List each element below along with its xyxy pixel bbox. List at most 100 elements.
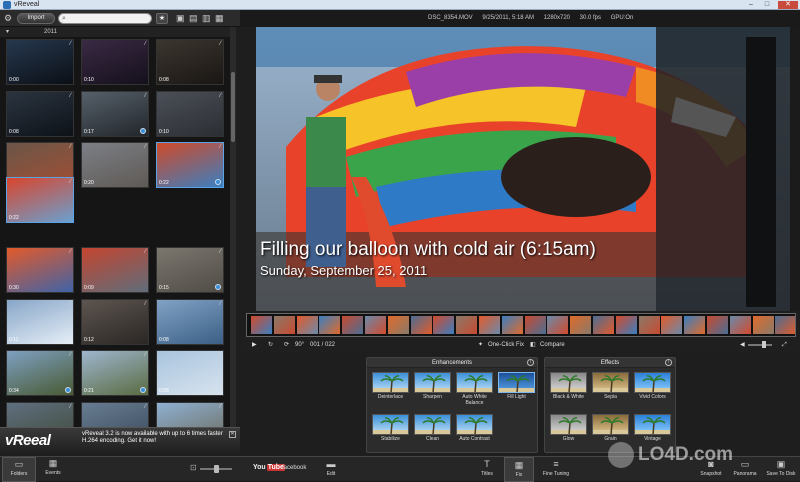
filmstrip-frame[interactable] [615,316,638,334]
fix-option-auto-contrast[interactable]: Auto Contrast [455,414,494,450]
magic-wand-icon[interactable]: ⁄ [70,249,71,255]
film-icon[interactable]: ▥ [202,10,211,27]
magic-wand-icon[interactable]: ⁄ [145,301,146,307]
filmstrip-frame[interactable] [479,316,501,334]
filmstrip-frame[interactable] [410,316,433,334]
thumbnail-item[interactable]: 0:08 ⁄ [156,350,224,396]
promo-message[interactable]: vReveal 3.2 is now available with up to … [82,431,232,445]
magic-wand-icon[interactable]: ⁄ [145,249,146,255]
thumbnail-item[interactable]: 0:11 ⁄ [6,298,74,345]
edit-button[interactable]: ▬ Edit [316,457,346,482]
camera-icon[interactable]: ▣ [176,10,185,27]
magic-wand-icon[interactable]: ⁄ [70,301,71,307]
magic-wand-icon[interactable]: ⁄ [220,144,221,150]
fix-option-stabilize[interactable]: Stabilize [371,414,410,450]
filmstrip-frame[interactable] [433,316,456,334]
filmstrip-frame[interactable] [387,316,410,334]
thumbnail-item[interactable]: 0:10 ⁄ [81,39,149,85]
play-icon[interactable]: ▶ [252,338,257,352]
slider-knob[interactable] [214,465,219,473]
import-button[interactable]: Import [17,13,55,24]
youtube-button[interactable]: You Tube [252,464,285,471]
fix-option-clean[interactable]: Clean [413,414,452,450]
filmstrip-frame[interactable] [296,316,319,334]
filmstrip-frame[interactable] [707,316,729,334]
effects-info-icon[interactable]: i [665,359,672,366]
promo-banner[interactable]: vReeal vReveal 3.2 is now available with… [0,427,240,456]
filmstrip-frame[interactable] [570,316,593,334]
filmstrip-frame[interactable] [273,316,296,334]
filmstrip-frame[interactable] [638,316,661,334]
close-button[interactable]: ✕ [778,1,798,9]
enhancements-info-icon[interactable]: i [527,359,534,366]
folders-button[interactable]: ▭ Folders [2,457,36,482]
magic-wand-icon[interactable]: ⁄ [145,144,146,150]
fine-tuning-button[interactable]: ≡ Fine Tuning [538,457,574,482]
thumbnail-item[interactable]: 0:17 ⁄ [81,90,149,137]
thumbnail-item[interactable]: 0:12 ⁄ [81,298,149,345]
filmstrip-frame[interactable] [251,316,273,334]
filmstrip-frame[interactable] [365,316,387,334]
thumbnail-item[interactable]: 0:22 ⁄ [6,177,74,223]
fix-option-deinterlace[interactable]: Deinterlace [371,372,410,408]
thumbnail-item[interactable]: 0:00 ⁄ [6,39,74,85]
thumbnail-item[interactable]: 0:08 ⁄ [6,90,74,137]
fix-option-vivid-colors[interactable]: Vivid Colors [633,372,672,408]
maximize-button[interactable]: □ [760,1,774,9]
magic-wand-icon[interactable]: ⁄ [220,249,221,255]
filmstrip-frame[interactable] [342,316,365,334]
filmstrip-frame[interactable] [729,316,752,334]
magic-wand-icon[interactable]: ⁄ [70,404,71,410]
magic-wand-icon[interactable]: ⁄ [145,404,146,410]
volume-icon[interactable]: ◀ [740,338,745,352]
magic-wand-icon[interactable]: ⁄ [220,404,221,410]
magic-wand-icon[interactable]: ⁄ [145,93,146,99]
video-preview[interactable]: Filling our balloon with cold air (6:15a… [256,27,790,311]
settings-gear-icon[interactable]: ⚙ [4,10,12,27]
filmstrip-frame[interactable] [593,316,615,334]
thumbnail-item[interactable]: 0:10 ⁄ [156,90,224,137]
magic-wand-icon[interactable]: ⁄ [145,352,146,358]
thumbnail-size-slider[interactable] [200,465,232,473]
grid-view-icon[interactable]: ▦ [215,10,224,27]
magic-wand-icon[interactable]: ⁄ [220,93,221,99]
volume-knob[interactable] [762,341,766,348]
magic-wand-icon[interactable]: ⁄ [70,41,71,47]
rotate-icon[interactable]: ⟳ [284,338,289,352]
fix-option-auto-white-balance[interactable]: Auto White Balance [455,372,494,408]
magic-wand-icon[interactable]: ⁄ [220,301,221,307]
magic-wand-icon[interactable]: ⁄ [220,352,221,358]
promo-close-icon[interactable]: ✕ [229,431,236,438]
magic-wand-icon[interactable]: ⁄ [70,144,71,150]
library-scrollbar[interactable] [230,27,236,427]
search-input[interactable]: ⌕ [58,13,152,24]
fix-option-glow[interactable]: Glow [549,414,588,450]
filmstrip-frame[interactable] [775,316,795,334]
collapse-arrow-icon[interactable]: ▾ [6,27,9,37]
thumbnail-item[interactable]: 0:22 ⁄ [156,142,224,188]
thumbnail-item[interactable]: 0:30 ⁄ [6,247,74,293]
magic-wand-icon[interactable]: ⁄ [70,93,71,99]
fix-button[interactable]: ▦ Fix [504,457,534,482]
filmstrip-frame[interactable] [547,316,570,334]
scrollbar-thumb[interactable] [231,72,235,142]
favorites-star-button[interactable]: ★ [156,13,168,24]
fix-option-fill-light[interactable]: Fill Light [497,372,536,408]
thumbnail-item[interactable]: 0:09 ⁄ [81,247,149,293]
filmstrip-frame[interactable] [456,316,479,334]
compare-icon[interactable]: ◧ [530,338,536,352]
fix-option-black-white[interactable]: Black & White [549,372,588,408]
save-to-disk-button[interactable]: ▣ Save To Disk [764,457,798,482]
filmstrip-frame[interactable] [752,316,775,334]
filmstrip-frame[interactable] [661,316,684,334]
filmstrip-frame[interactable] [319,316,342,334]
thumbnail-item[interactable]: 0:08 ⁄ [156,39,224,85]
magic-wand-icon[interactable]: ⁄ [145,41,146,47]
minimize-button[interactable]: – [744,1,758,9]
thumbnail-item[interactable]: 0:34 ⁄ [6,350,74,396]
titles-button[interactable]: T Titles [472,457,502,482]
magic-wand-icon[interactable]: ⁄ [70,352,71,358]
magic-wand-icon[interactable]: ⁄ [220,41,221,47]
timeline-filmstrip[interactable] [246,313,796,337]
video-camera-icon[interactable]: ▤ [189,10,198,27]
